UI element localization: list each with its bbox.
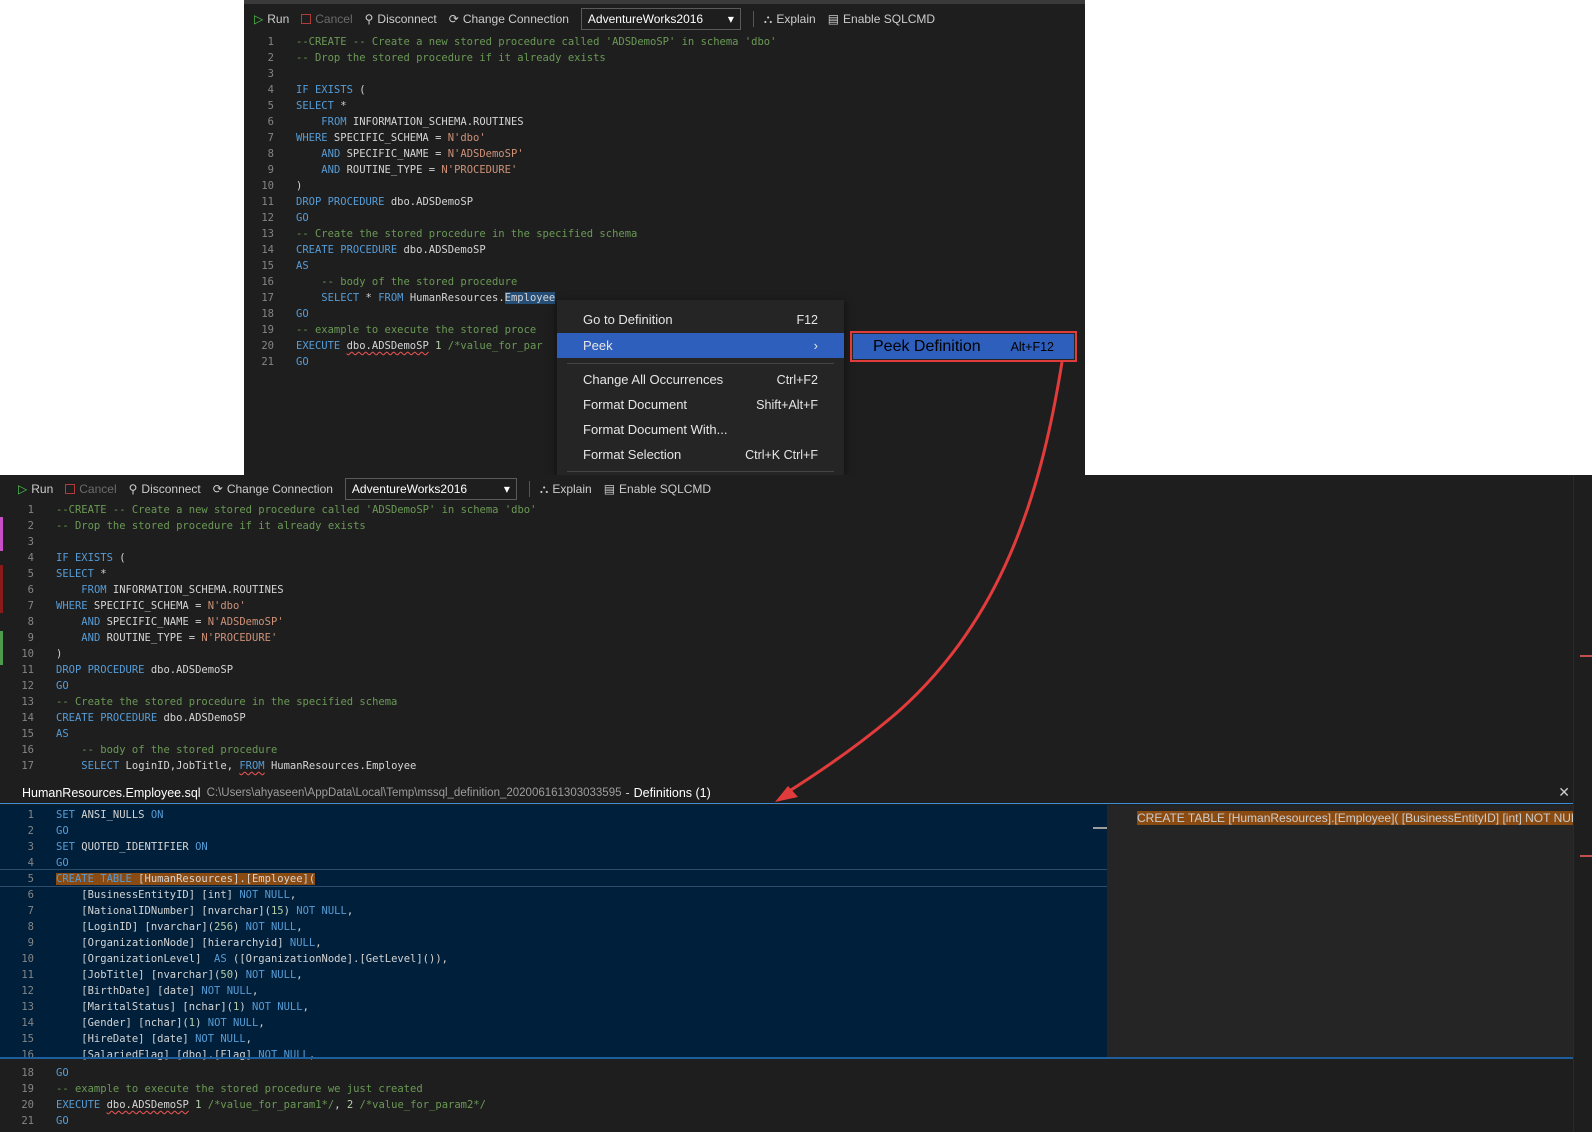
annotation-arrow [775, 361, 1064, 802]
